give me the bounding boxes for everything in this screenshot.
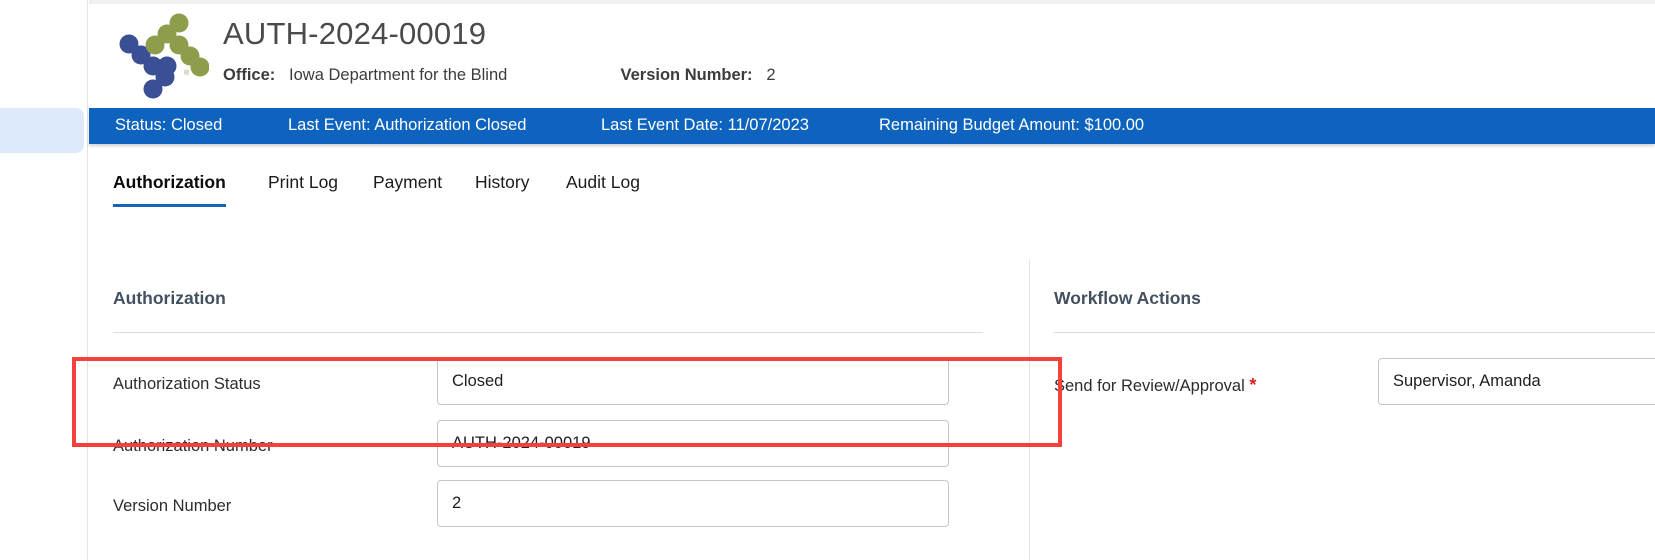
tab-authorization[interactable]: Authorization bbox=[113, 172, 226, 207]
record-header: ® AUTH-2024-00019 Office: Iowa Departmen… bbox=[89, 4, 1655, 108]
record-meta: Office: Iowa Department for the Blind Ve… bbox=[223, 66, 776, 85]
authorization-status-input[interactable]: Closed bbox=[437, 358, 949, 405]
send-for-review-select[interactable]: Supervisor, Amanda bbox=[1378, 358, 1655, 405]
workflow-actions-section-title: Workflow Actions bbox=[1054, 288, 1201, 308]
version-label: Version Number: bbox=[620, 66, 753, 84]
last-event-date-text: Last Event Date: 11/07/2023 bbox=[601, 116, 809, 134]
version-value: 2 bbox=[766, 66, 776, 84]
section-divider bbox=[113, 332, 983, 333]
status-bar: Status: Closed Last Event: Authorization… bbox=[89, 108, 1655, 144]
office-value: Iowa Department for the Blind bbox=[289, 66, 508, 84]
version-number-label: Version Number bbox=[113, 497, 232, 515]
version-number-input[interactable]: 2 bbox=[437, 480, 949, 527]
company-logo-icon: ® bbox=[119, 13, 209, 99]
last-event-text: Last Event: Authorization Closed bbox=[288, 116, 527, 134]
field-row-send-for-review: Send for Review/Approval * Supervisor, A… bbox=[1030, 358, 1655, 418]
sidebar-active-item[interactable] bbox=[0, 108, 84, 153]
required-asterisk-icon: * bbox=[1249, 375, 1257, 395]
main-content: ® AUTH-2024-00019 Office: Iowa Departmen… bbox=[89, 0, 1655, 560]
status-badge: Status: Closed bbox=[115, 116, 223, 134]
remaining-budget-text: Remaining Budget Amount: $100.00 bbox=[879, 116, 1145, 134]
workflow-actions-panel: Workflow Actions Send for Review/Approva… bbox=[1029, 260, 1655, 560]
field-row-authorization-number: Authorization Number AUTH-2024-00019 bbox=[89, 420, 995, 480]
tab-payment[interactable]: Payment bbox=[373, 172, 442, 207]
tab-print-log[interactable]: Print Log bbox=[268, 172, 338, 207]
application-window: ® AUTH-2024-00019 Office: Iowa Departmen… bbox=[0, 0, 1655, 560]
tab-bar: Authorization Print Log Payment History … bbox=[89, 160, 1655, 216]
send-for-review-label: Send for Review/Approval * bbox=[1054, 375, 1256, 396]
svg-text:®: ® bbox=[184, 69, 190, 77]
sidebar bbox=[0, 0, 88, 560]
authorization-section-title: Authorization bbox=[113, 288, 226, 308]
tab-history[interactable]: History bbox=[475, 172, 529, 207]
authorization-number-input[interactable]: AUTH-2024-00019 bbox=[437, 420, 949, 467]
send-for-review-label-text: Send for Review/Approval bbox=[1054, 377, 1245, 395]
field-row-authorization-status: Authorization Status Closed bbox=[89, 358, 995, 418]
field-row-version-number: Version Number 2 bbox=[89, 480, 995, 540]
office-label: Office: bbox=[223, 66, 276, 84]
authorization-number-label: Authorization Number bbox=[113, 437, 273, 455]
section-divider bbox=[1054, 332, 1655, 333]
tab-audit-log[interactable]: Audit Log bbox=[566, 172, 640, 207]
page-title: AUTH-2024-00019 bbox=[223, 16, 487, 51]
authorization-status-label: Authorization Status bbox=[113, 375, 261, 393]
